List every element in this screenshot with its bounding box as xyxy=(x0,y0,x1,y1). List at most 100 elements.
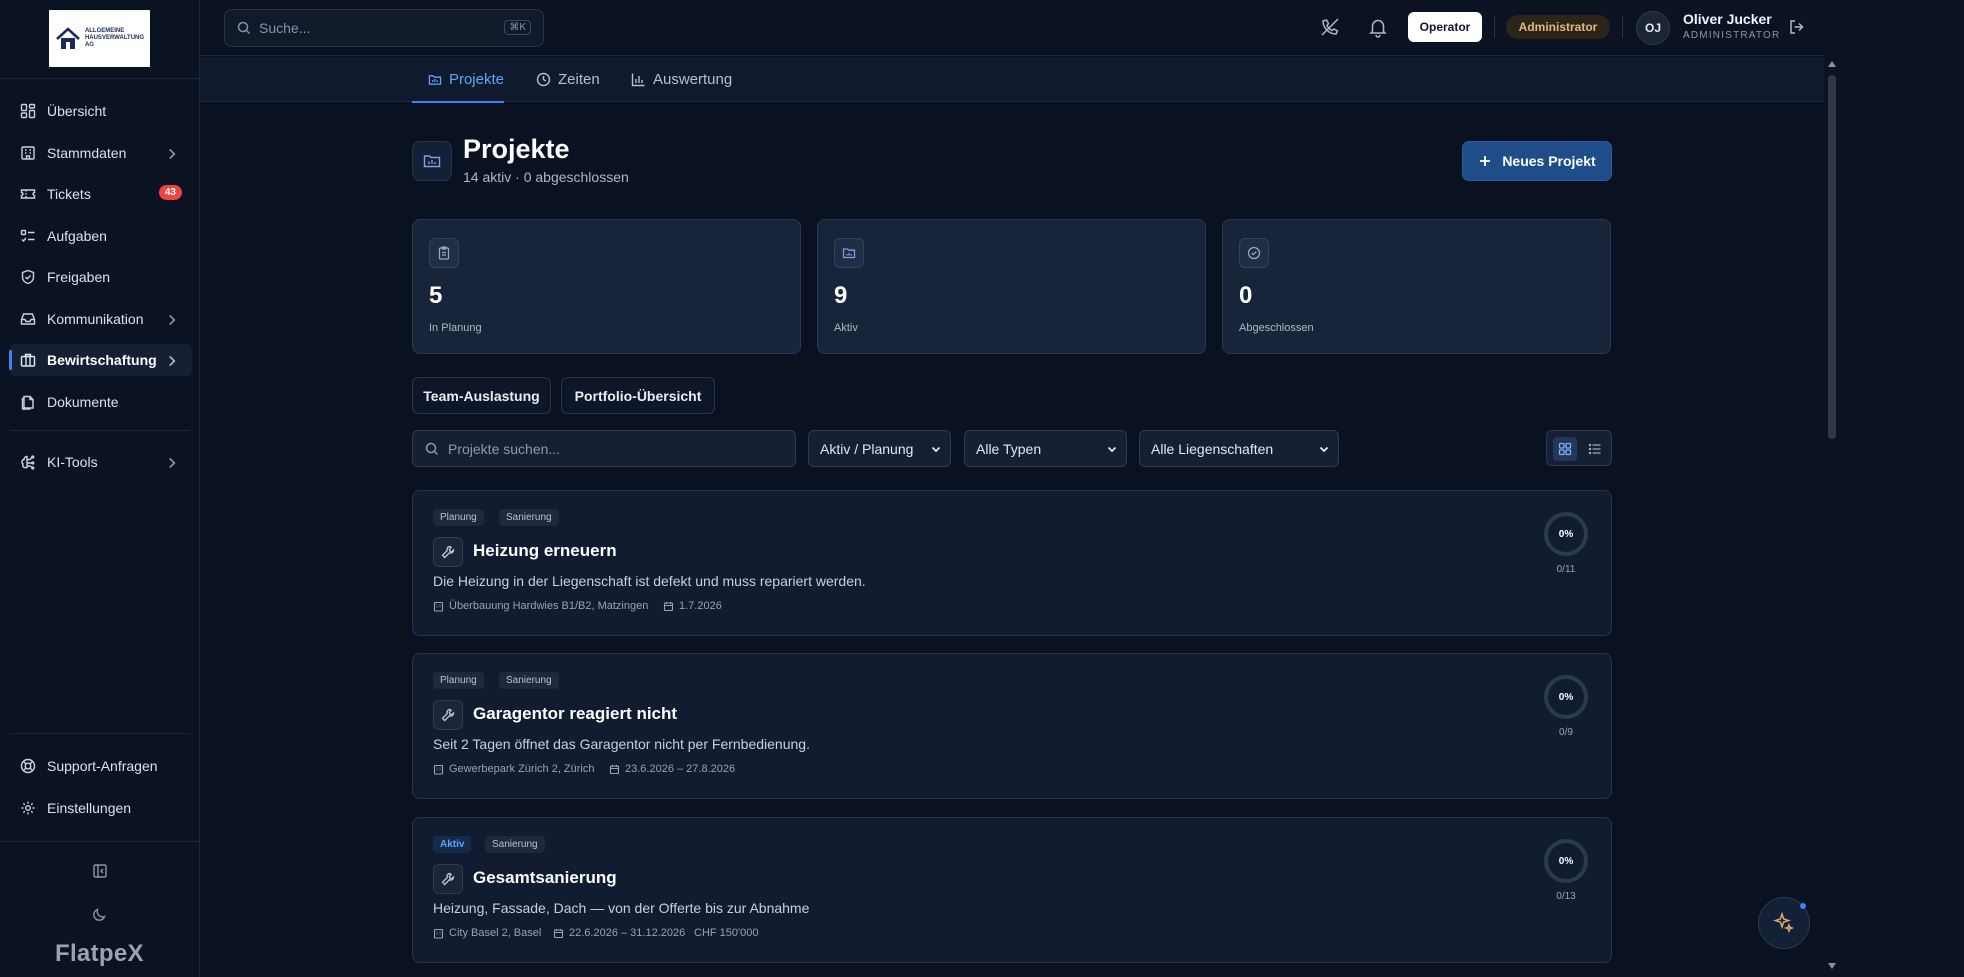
team-auslastung-button[interactable]: Team-Auslastung xyxy=(412,377,551,414)
sidebar-item-stammdaten[interactable]: Stammdaten xyxy=(10,137,192,169)
chevron-right-icon xyxy=(169,314,176,326)
date-text: 23.6.2026 – 27.8.2026 xyxy=(625,763,736,775)
logout-icon xyxy=(1790,20,1804,34)
progress-percent: 0% xyxy=(1558,691,1574,703)
project-location: Gewerbepark Zürich 2, Zürich xyxy=(433,763,595,775)
chevron-down-icon xyxy=(931,446,941,453)
status-filter-value: Aktiv / Planung xyxy=(820,440,914,457)
tab-label: Projekte xyxy=(448,71,504,88)
sidebar-item-tickets[interactable]: Tickets 43 xyxy=(10,178,192,210)
avatar[interactable]: OJ xyxy=(1636,11,1670,45)
global-search-input[interactable]: Suche... ⌘K xyxy=(224,9,544,47)
sidebar-item-dokumente[interactable]: Dokumente xyxy=(10,386,192,418)
sidebar-item-ki-tools[interactable]: KI-Tools xyxy=(10,446,192,478)
stat-card-planung: 5 In Planung xyxy=(412,219,801,354)
stat-label: Aktiv xyxy=(834,322,858,334)
sidebar-collapse-icon xyxy=(93,864,107,878)
portfolio-uebersicht-button[interactable]: Portfolio-Übersicht xyxy=(561,377,715,414)
project-date: 23.6.2026 – 27.8.2026 xyxy=(609,763,735,775)
task-count: 0/11 xyxy=(1556,564,1576,575)
collapse-sidebar-button[interactable] xyxy=(88,859,112,883)
logout-button[interactable] xyxy=(1788,18,1810,40)
project-description: Seit 2 Tagen öffnet das Garagentor nicht… xyxy=(433,736,810,752)
task-count: 0/13 xyxy=(1556,891,1576,902)
bell-icon xyxy=(1369,19,1387,38)
notification-dot xyxy=(1800,903,1806,909)
user-role: ADMINISTRATOR xyxy=(1683,30,1781,41)
sub-navigation: Projekte Zeiten Auswertung xyxy=(200,57,1824,103)
sidebar-item-uebersicht[interactable]: Übersicht xyxy=(10,95,192,127)
project-budget: CHF 150'000 xyxy=(694,927,759,939)
sidebar-item-label: Support-Anfragen xyxy=(47,758,158,774)
project-card[interactable]: Aktiv Sanierung Gesamtsanierung Heizung,… xyxy=(412,817,1612,963)
stat-value: 5 xyxy=(429,282,443,309)
chevron-right-icon xyxy=(169,457,176,469)
sidebar-item-aufgaben[interactable]: Aufgaben xyxy=(10,220,192,252)
company-logo[interactable]: ALLGEMEINE HAUSVERWALTUNG AG xyxy=(49,10,150,67)
project-title: Heizung erneuern xyxy=(473,541,617,560)
project-search-placeholder: Projekte suchen... xyxy=(448,440,561,457)
tab-auswertung[interactable]: Auswertung xyxy=(631,57,732,102)
phone-off-icon xyxy=(1321,18,1339,36)
chevron-right-icon xyxy=(169,355,176,367)
briefcase-icon xyxy=(20,353,36,367)
grid-view-icon xyxy=(1558,442,1572,456)
sidebar-item-bewirtschaftung[interactable]: Bewirtschaftung xyxy=(9,344,192,376)
grid-view-button[interactable] xyxy=(1553,437,1577,461)
sidebar-item-support[interactable]: Support-Anfragen xyxy=(10,750,192,782)
ticket-icon xyxy=(20,189,36,199)
tab-projekte[interactable]: Projekte xyxy=(412,57,504,103)
project-description: Die Heizung in der Liegenschaft ist defe… xyxy=(433,573,866,589)
theme-toggle-button[interactable] xyxy=(88,902,112,926)
topbar-divider xyxy=(1494,16,1495,38)
location-text: City Basel 2, Basel xyxy=(449,927,542,939)
project-card[interactable]: Planung Sanierung Garagentor reagiert ni… xyxy=(412,653,1612,799)
lifebuoy-icon xyxy=(20,758,36,774)
scroll-up-arrow[interactable] xyxy=(1828,61,1836,67)
clock-icon xyxy=(536,72,551,87)
project-search-input[interactable]: Projekte suchen... xyxy=(412,430,796,467)
new-project-button[interactable]: Neues Projekt xyxy=(1462,141,1612,181)
project-title: Garagentor reagiert nicht xyxy=(473,704,678,723)
page-title: Projekte xyxy=(463,134,570,164)
sidebar: ALLGEMEINE HAUSVERWALTUNG AG Übersicht S… xyxy=(0,0,200,977)
type-filter-select[interactable]: Alle Typen xyxy=(964,430,1127,467)
ai-brain-icon xyxy=(21,455,35,470)
property-filter-select[interactable]: Alle Liegenschaften xyxy=(1139,430,1339,467)
chevron-down-icon xyxy=(1319,446,1329,453)
type-filter-value: Alle Typen xyxy=(976,440,1042,457)
check-circle-icon xyxy=(1239,238,1269,268)
view-toggle xyxy=(1546,430,1612,466)
stat-label: Abgeschlossen xyxy=(1239,322,1314,334)
calendar-icon xyxy=(553,928,564,938)
list-view-button[interactable] xyxy=(1583,437,1607,461)
phone-off-button[interactable] xyxy=(1319,16,1341,38)
stat-card-abgeschlossen: 0 Abgeschlossen xyxy=(1222,219,1611,354)
sidebar-item-label: Einstellungen xyxy=(47,800,132,816)
project-title: Gesamtsanierung xyxy=(473,868,617,887)
status-filter-select[interactable]: Aktiv / Planung xyxy=(808,430,951,467)
search-shortcut: ⌘K xyxy=(504,20,531,35)
checklist-icon xyxy=(20,229,35,243)
topbar-divider xyxy=(1622,16,1623,38)
page-scrollbar[interactable] xyxy=(1824,57,1840,977)
operator-button[interactable]: Operator xyxy=(1408,12,1482,42)
progress-percent: 0% xyxy=(1558,528,1574,540)
sidebar-item-einstellungen[interactable]: Einstellungen xyxy=(10,792,192,824)
sidebar-item-label: Dokumente xyxy=(47,394,119,410)
notifications-button[interactable] xyxy=(1367,16,1389,38)
search-placeholder: Suche... xyxy=(259,20,311,36)
building-icon xyxy=(21,146,35,160)
top-bar: Suche... ⌘K Operator Administrator OJ Ol… xyxy=(200,0,1824,56)
sidebar-item-label: KI-Tools xyxy=(47,454,98,470)
logo-line-1: ALLGEMEINE xyxy=(84,28,125,34)
sidebar-item-kommunikation[interactable]: Kommunikation xyxy=(10,303,192,335)
document-icon xyxy=(21,395,34,410)
tab-zeiten[interactable]: Zeiten xyxy=(536,57,600,102)
sidebar-item-freigaben[interactable]: Freigaben xyxy=(10,261,192,293)
project-description: Heizung, Fassade, Dach — von der Offerte… xyxy=(433,900,810,916)
scroll-thumb[interactable] xyxy=(1828,75,1836,439)
scroll-down-arrow[interactable] xyxy=(1828,963,1836,969)
tickets-count-badge: 43 xyxy=(158,185,182,200)
project-card[interactable]: Planung Sanierung Heizung erneuern Die H… xyxy=(412,490,1612,636)
